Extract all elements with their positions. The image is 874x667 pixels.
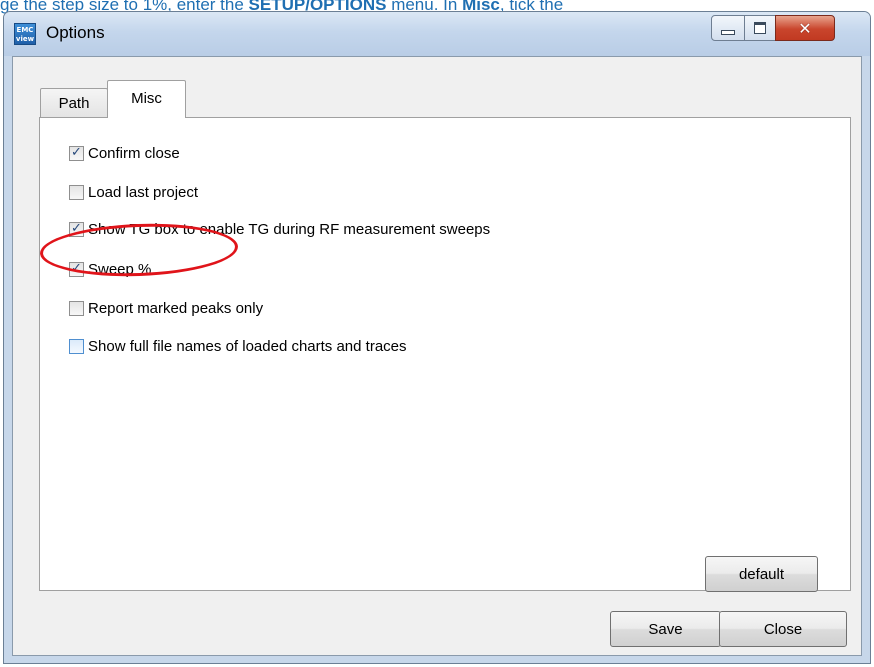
tab-path-label: Path [58,94,90,112]
app-icon: EMC view [14,23,36,45]
tab-misc-label: Misc [131,90,162,107]
window-title: Options [46,23,105,42]
tab-path[interactable]: Path [40,88,108,117]
option-load-last-project[interactable]: Load last project [69,182,198,202]
option-label: Show TG box to enable TG during RF measu… [88,220,491,238]
close-icon: ✕ [798,18,812,38]
show-tg-box-checkbox[interactable]: ✓ [69,220,84,237]
report-marked-peaks-checkbox[interactable] [69,300,84,316]
option-label: Sweep % [88,260,152,278]
sweep-percent-checkbox[interactable]: ✓ [69,260,84,277]
maximize-button[interactable] [744,15,776,41]
checkmark-icon: ✓ [71,144,82,160]
option-label: Load last project [88,183,199,201]
option-sweep-percent[interactable]: ✓ Sweep % [69,259,151,279]
checkmark-icon: ✓ [71,260,82,276]
save-button-label: Save [648,620,683,638]
option-show-tg-box[interactable]: ✓ Show TG box to enable TG during RF mea… [69,219,490,239]
option-confirm-close[interactable]: ✓ Confirm close [69,143,180,163]
option-label: Confirm close [88,144,180,162]
minimize-button[interactable] [711,15,745,41]
option-label: Show full file names of loaded charts an… [88,337,407,355]
confirm-close-checkbox[interactable]: ✓ [69,144,84,161]
close-window-button[interactable]: ✕ [775,15,835,41]
option-label: Report marked peaks only [88,299,264,317]
app-icon-text-top: EMC [16,26,34,34]
app-icon-text-bottom: view [15,35,35,43]
option-show-full-file-names[interactable]: Show full file names of loaded charts an… [69,336,407,356]
show-full-file-names-checkbox[interactable] [69,338,84,354]
maximize-icon [754,22,766,34]
load-last-project-checkbox[interactable] [69,184,84,200]
checkmark-icon: ✓ [71,220,82,236]
default-button-label: default [738,565,785,583]
close-button[interactable]: Close [719,611,847,647]
title-bar[interactable]: EMC view Options ✕ [4,12,870,56]
option-report-marked-peaks[interactable]: Report marked peaks only [69,298,263,318]
save-button[interactable]: Save [610,611,721,647]
tab-misc[interactable]: Misc [107,80,186,118]
dialog-body: Path Misc ✓ Confirm close Load last proj… [12,56,862,656]
default-button[interactable]: default [705,556,818,592]
options-dialog: EMC view Options ✕ Path Misc ✓ Confirm c… [3,11,871,664]
close-button-label: Close [763,620,803,638]
minimize-icon [721,29,735,35]
